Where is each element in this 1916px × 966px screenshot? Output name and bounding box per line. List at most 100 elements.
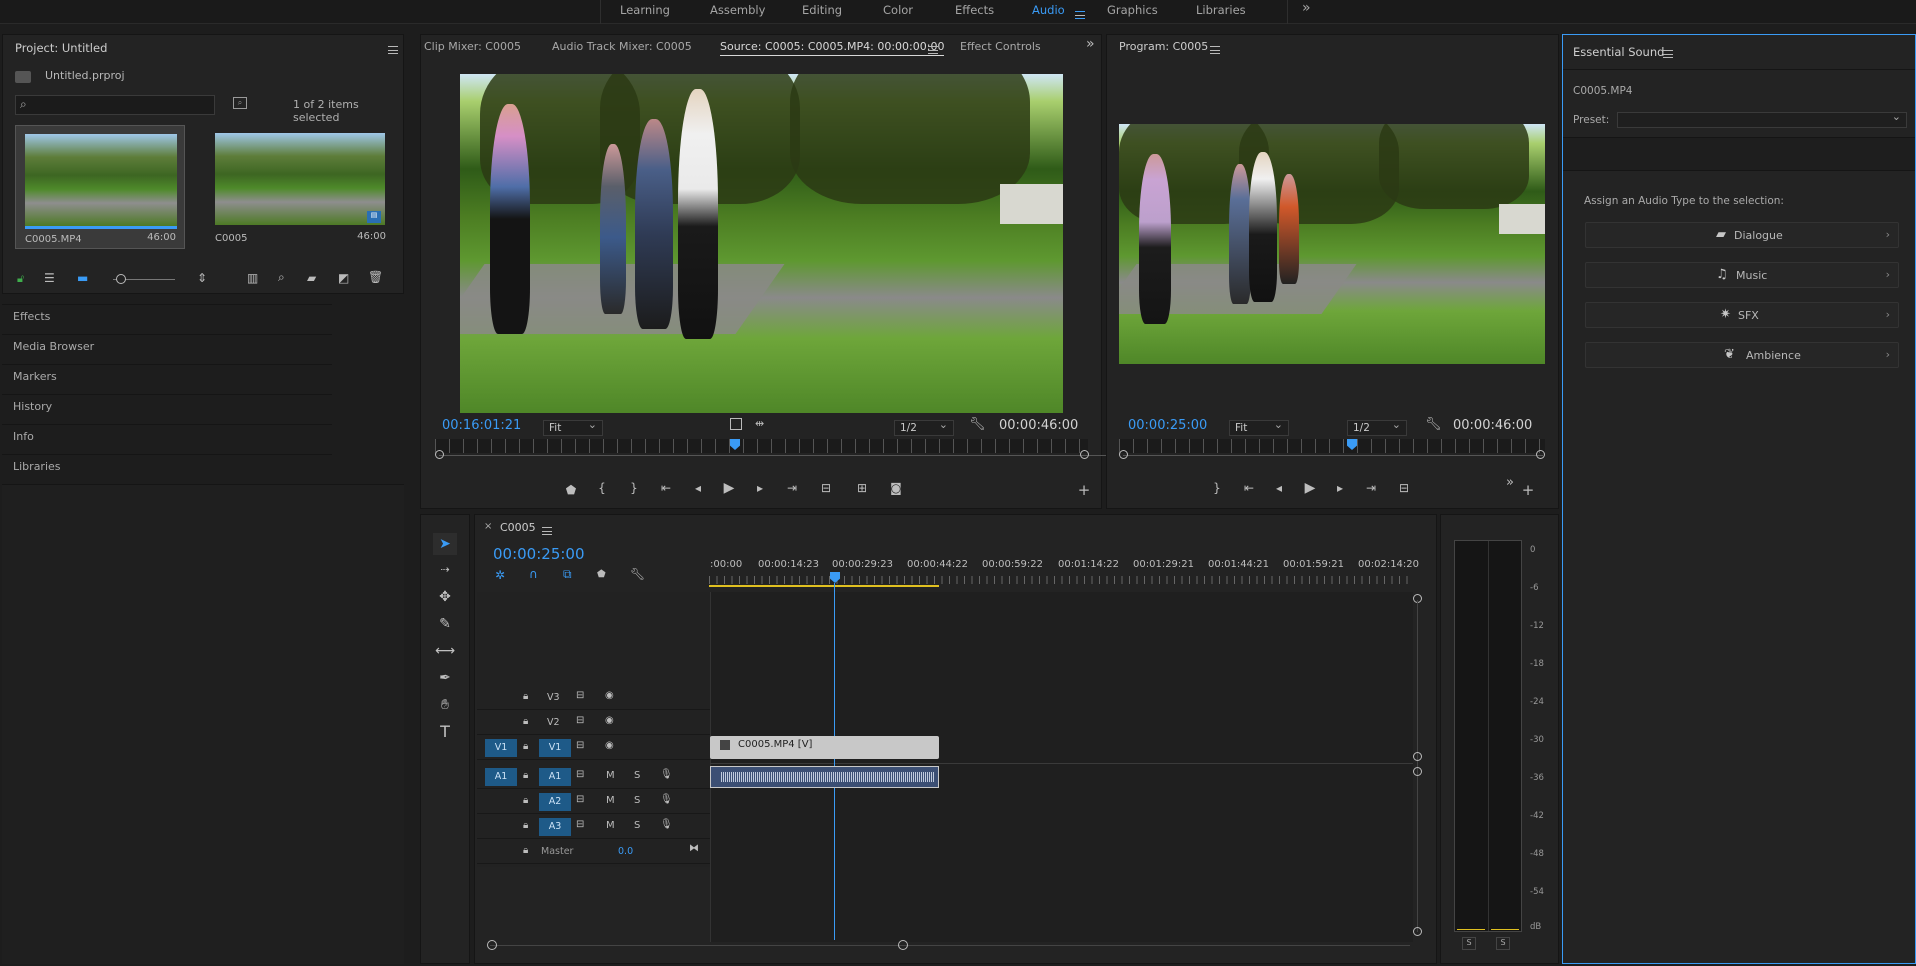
mute-button[interactable]: M	[606, 770, 615, 781]
panel-libraries[interactable]: Libraries	[2, 454, 332, 478]
source-video-frame[interactable]	[460, 74, 1063, 413]
microphone-icon[interactable]: 🎙︎	[660, 819, 673, 830]
program-time-ruler[interactable]	[1119, 439, 1545, 453]
automate-to-sequence-icon[interactable]: ▥	[247, 271, 258, 285]
source-zoom-bar[interactable]	[439, 455, 1106, 456]
wrench-icon[interactable]: 🔧︎	[630, 567, 645, 581]
source-patch-a1[interactable]: A1	[485, 768, 517, 786]
meter-solo-left-button[interactable]: S	[1462, 937, 1476, 950]
source-patch-v1[interactable]: V1	[485, 739, 517, 757]
step-back-icon[interactable]: ◂	[689, 481, 707, 495]
panel-effects[interactable]: Effects	[2, 304, 332, 328]
program-resolution-dropdown[interactable]: 1/2	[1347, 418, 1407, 436]
eye-icon[interactable]: ◉	[605, 715, 614, 726]
meter-solo-right-button[interactable]: S	[1496, 937, 1510, 950]
step-forward-icon[interactable]: ▸	[751, 481, 769, 495]
selection-tool-icon[interactable]: ➤	[433, 533, 457, 555]
panel-markers[interactable]: Markers	[2, 364, 332, 388]
video-clip[interactable]: C0005.MP4 [V]	[710, 736, 939, 759]
lock-icon[interactable]: 🔒︎	[523, 820, 528, 831]
panel-info[interactable]: Info	[2, 424, 332, 448]
program-current-timecode[interactable]: 00:00:25:00	[1128, 418, 1207, 433]
eye-icon[interactable]: ◉	[605, 690, 614, 701]
panel-history[interactable]: History	[2, 394, 332, 418]
zoom-bar-handle-right[interactable]	[1536, 450, 1545, 459]
new-item-icon[interactable]: ◩	[338, 271, 349, 285]
vertical-scroll-handle[interactable]	[1413, 767, 1422, 776]
pen-tool-icon[interactable]: ✒	[433, 667, 457, 689]
work-area-bar[interactable]	[709, 585, 939, 587]
program-video-frame[interactable]	[1119, 124, 1545, 364]
sync-lock-icon[interactable]: ⊟	[576, 740, 584, 751]
zoom-slider-handle[interactable]	[116, 274, 126, 284]
workspace-tab-audio[interactable]: Audio	[1032, 3, 1065, 17]
drag-video-icon[interactable]	[730, 418, 742, 430]
panel-media-browser[interactable]: Media Browser	[2, 334, 332, 358]
slip-tool-icon[interactable]: ⟷	[433, 640, 457, 662]
source-menu-icon[interactable]	[928, 43, 938, 56]
program-title[interactable]: Program: C0005	[1119, 40, 1208, 53]
solo-button[interactable]: S	[634, 820, 640, 831]
lock-icon[interactable]: 🔒︎	[523, 741, 528, 752]
sync-lock-icon[interactable]: ⊟	[576, 769, 584, 780]
track-select-tool-icon[interactable]: ⇢	[433, 559, 457, 581]
camera-icon[interactable]: ◙	[887, 481, 905, 495]
audio-type-ambience-button[interactable]: ❦ Ambience ›	[1585, 342, 1899, 368]
timeline-ruler-ticks[interactable]	[709, 576, 1414, 584]
workspace-tab-color[interactable]: Color	[883, 3, 913, 17]
play-icon[interactable]: ▶	[720, 480, 738, 496]
linked-selection-icon[interactable]: ⧉	[563, 567, 572, 582]
source-resolution-dropdown[interactable]: 1/2	[894, 418, 954, 436]
lock-icon[interactable]: 🔒︎	[523, 770, 528, 781]
insert-icon[interactable]: ⊟	[817, 481, 835, 495]
chevron-double-right-icon[interactable]: »	[1086, 36, 1095, 52]
vertical-scrollbar[interactable]	[1417, 600, 1418, 932]
lock-icon[interactable]: 🔒︎	[523, 691, 528, 702]
program-zoom-dropdown[interactable]: Fit	[1229, 418, 1289, 436]
ripple-edit-tool-icon[interactable]: ✥	[433, 586, 457, 608]
new-bin-icon[interactable]: ▰	[307, 271, 316, 285]
workspace-tab-assembly[interactable]: Assembly	[710, 3, 765, 17]
zoom-bar-handle-right[interactable]	[1080, 450, 1089, 459]
sort-icon[interactable]: ⇕	[197, 271, 207, 285]
tab-effect-controls[interactable]: Effect Controls	[960, 40, 1041, 53]
workspace-tab-editing[interactable]: Editing	[802, 3, 842, 17]
horizontal-scroll-handle-right[interactable]	[898, 940, 908, 950]
audio-menu-icon[interactable]	[1075, 8, 1085, 21]
lift-icon[interactable]: ⊟	[1395, 481, 1413, 495]
wrench-icon[interactable]: 🔧︎	[1425, 417, 1442, 432]
eye-icon[interactable]: ◉	[605, 740, 614, 751]
icon-view-icon[interactable]: ▬	[77, 271, 88, 285]
timeline-menu-icon[interactable]	[542, 524, 552, 537]
project-search-input[interactable]: ⌕	[15, 95, 215, 115]
go-to-in-icon[interactable]: ⇤	[1240, 481, 1258, 495]
solo-button[interactable]: S	[634, 795, 640, 806]
lock-icon[interactable]: 🔒︎	[523, 845, 528, 856]
vertical-scroll-handle[interactable]	[1413, 927, 1422, 936]
master-volume-value[interactable]: 0.0	[618, 846, 633, 857]
zoom-bar-handle-left[interactable]	[1119, 450, 1128, 459]
lock-icon[interactable]: 🔒︎	[523, 795, 528, 806]
chevron-double-right-icon[interactable]: »	[1501, 475, 1519, 490]
workspace-tab-effects[interactable]: Effects	[955, 3, 994, 17]
microphone-icon[interactable]: 🎙︎	[660, 769, 673, 780]
program-zoom-bar[interactable]	[1123, 455, 1543, 456]
add-marker-icon[interactable]: ⬟	[597, 569, 606, 580]
tab-audio-track-mixer[interactable]: Audio Track Mixer: C0005	[552, 40, 692, 53]
essential-sound-menu-icon[interactable]	[1663, 47, 1673, 60]
find-icon[interactable]: ⌕	[278, 270, 285, 285]
preset-dropdown[interactable]	[1617, 110, 1907, 128]
horizontal-scrollbar[interactable]	[490, 945, 1410, 946]
razor-tool-icon[interactable]: ✎	[433, 613, 457, 635]
workspace-tab-learning[interactable]: Learning	[620, 3, 670, 17]
zoom-bar-handle-left[interactable]	[435, 450, 444, 459]
sync-lock-icon[interactable]: ⊟	[576, 819, 584, 830]
sync-lock-icon[interactable]: ⊟	[576, 794, 584, 805]
tab-source[interactable]: Source: C0005: C0005.MP4: 00:00:00:00	[720, 40, 945, 56]
type-tool-icon[interactable]: T	[433, 721, 457, 743]
audio-type-music-button[interactable]: ♫ Music ›	[1585, 262, 1899, 288]
trash-icon[interactable]: 🗑︎	[368, 270, 383, 284]
sync-lock-icon[interactable]: ⊟	[576, 690, 584, 701]
mute-button[interactable]: M	[606, 820, 615, 831]
workspace-tab-libraries[interactable]: Libraries	[1196, 3, 1246, 17]
